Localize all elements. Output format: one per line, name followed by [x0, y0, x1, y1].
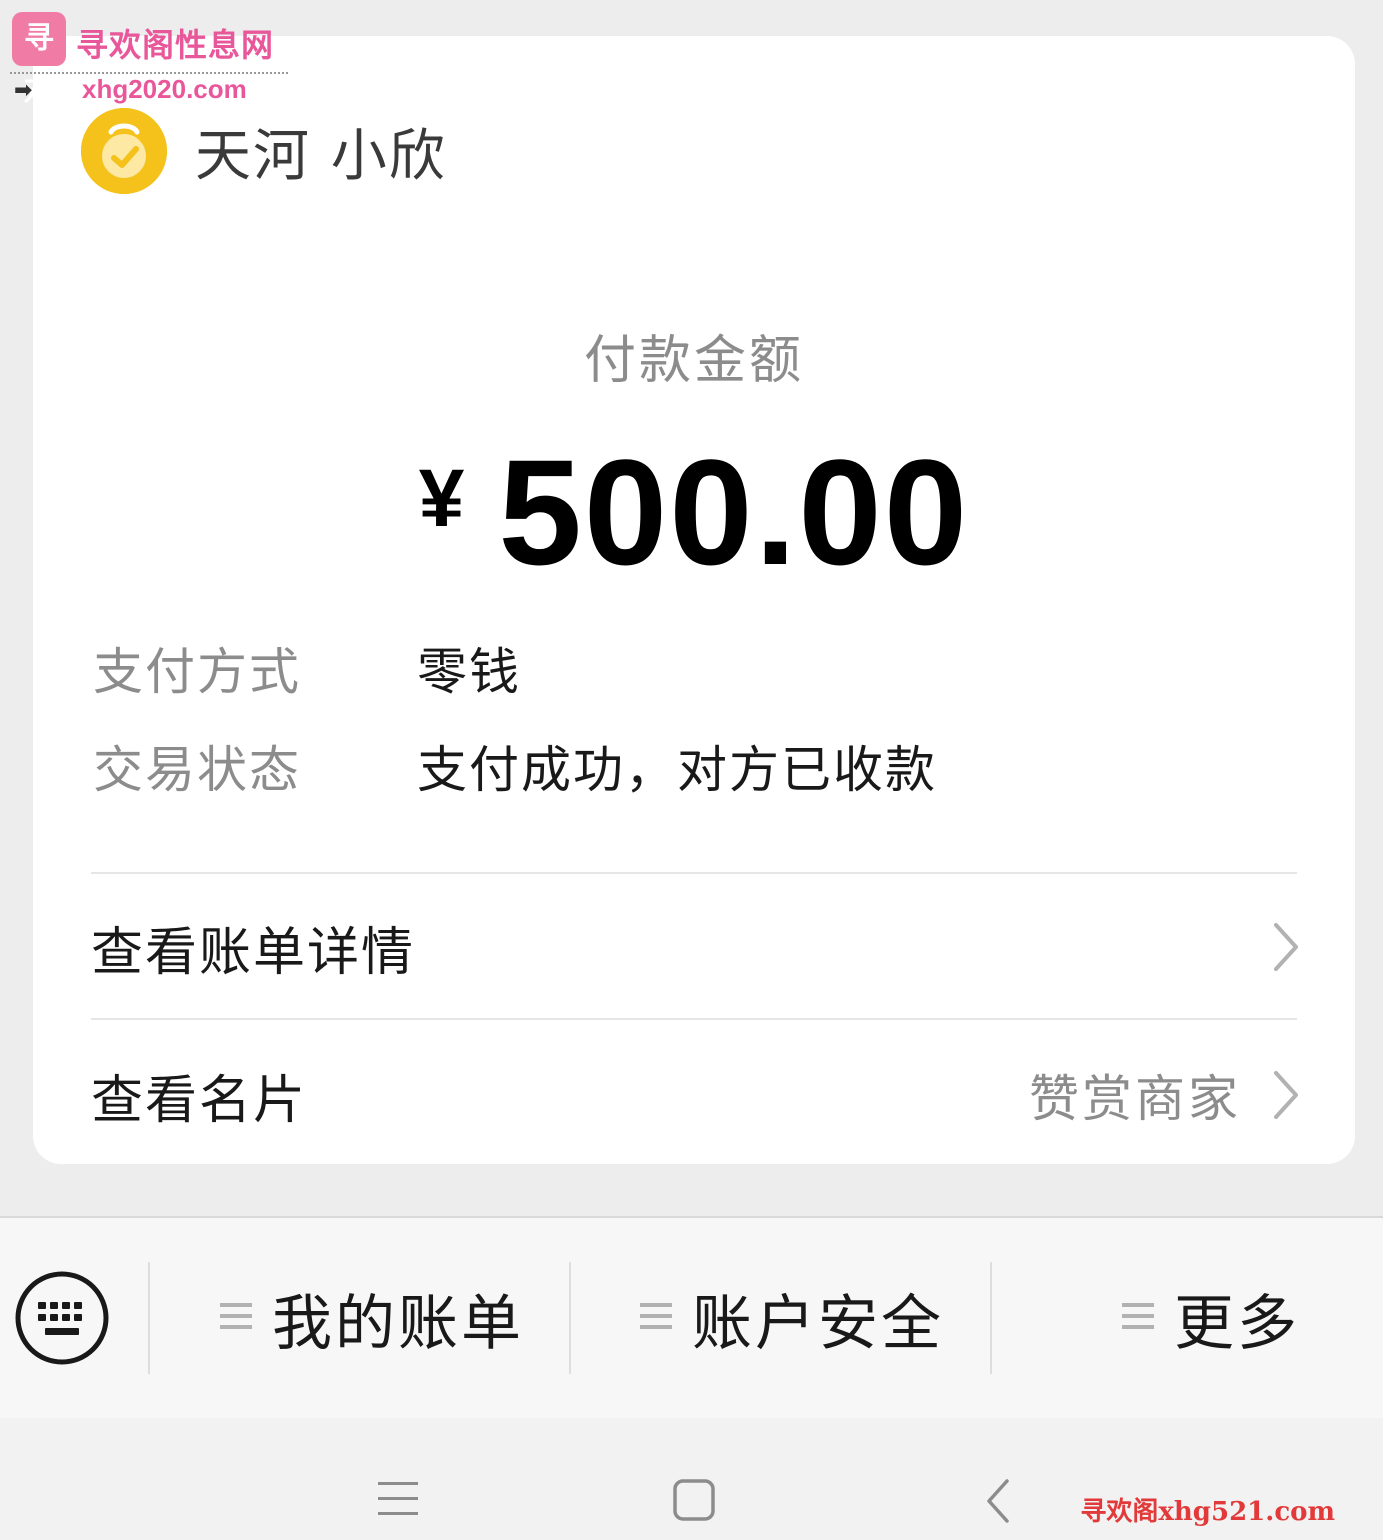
watermark-bottom: 寻欢阁xhg521.com [1080, 1497, 1335, 1527]
divider [91, 872, 1297, 874]
menu-item-label: 更多 [1174, 1288, 1300, 1359]
chevron-right-icon [1271, 921, 1301, 973]
payment-result-card: 天河 小欣 付款金额 ¥500.00 支付方式 零钱 交易状态 支付成功，对方已… [33, 36, 1355, 1164]
link-right: 赞赏商家 [1029, 1059, 1301, 1131]
merchant-avatar-icon [81, 108, 167, 194]
divider [91, 1018, 1297, 1020]
link-right [1271, 921, 1301, 973]
view-business-card-label: 查看名片 [91, 1070, 308, 1131]
amount-value: 500.00 [498, 428, 970, 596]
view-bill-detail-label: 查看账单详情 [91, 922, 416, 983]
payment-method-value: 零钱 [417, 643, 521, 701]
transaction-status-row: 交易状态 支付成功，对方已收款 [93, 731, 937, 801]
official-account-menu-bar: 我的账单 账户安全 更多 [0, 1216, 1383, 1420]
watermark-site-name: 寻欢阁性息网 [76, 26, 275, 64]
back-icon[interactable] [984, 1478, 1012, 1528]
menu-icon[interactable] [376, 1478, 420, 1522]
merchant-header: 天河 小欣 [81, 106, 447, 196]
view-bill-detail-link[interactable]: 查看账单详情 [91, 892, 1301, 1002]
payment-amount: ¥500.00 [33, 426, 1355, 599]
watermark-logo: 寻欢 [12, 12, 66, 110]
amount-label: 付款金额 [583, 331, 804, 391]
menu-separator [569, 1262, 571, 1374]
currency-symbol: ¥ [418, 453, 465, 544]
menu-lines-icon [220, 1301, 252, 1335]
menu-item-my-bills[interactable]: 我的账单 [220, 1278, 524, 1359]
system-navigation-bar: 寻欢阁xhg521.com [0, 1418, 1383, 1540]
watermark-arrow-icon: ➡ [14, 78, 33, 103]
menu-item-label: 我的账单 [272, 1288, 524, 1359]
menu-item-label: 账户安全 [692, 1288, 944, 1359]
menu-lines-icon [640, 1301, 672, 1335]
keyboard-icon[interactable] [14, 1270, 110, 1366]
transaction-status-key: 交易状态 [93, 741, 301, 799]
view-business-card-link[interactable]: 查看名片 赞赏商家 [91, 1040, 1301, 1150]
menu-lines-icon [1122, 1301, 1154, 1335]
menu-item-more[interactable]: 更多 [1122, 1278, 1300, 1359]
reward-merchant-label: 赞赏商家 [1029, 1070, 1241, 1128]
transaction-status-value: 支付成功，对方已收款 [417, 741, 937, 799]
merchant-name: 天河 小欣 [195, 123, 447, 189]
menu-item-account-security[interactable]: 账户安全 [640, 1278, 944, 1359]
chevron-right-icon [1271, 1069, 1301, 1121]
payment-method-row: 支付方式 零钱 [93, 633, 521, 703]
menu-separator [990, 1262, 992, 1374]
menu-separator [148, 1262, 150, 1374]
watermark-top: 寻欢 寻欢阁性息网 ➡ xhg2020.com [10, 10, 290, 110]
home-icon[interactable] [672, 1478, 716, 1526]
payment-method-key: 支付方式 [93, 643, 301, 701]
watermark-url: xhg2020.com [82, 74, 247, 104]
